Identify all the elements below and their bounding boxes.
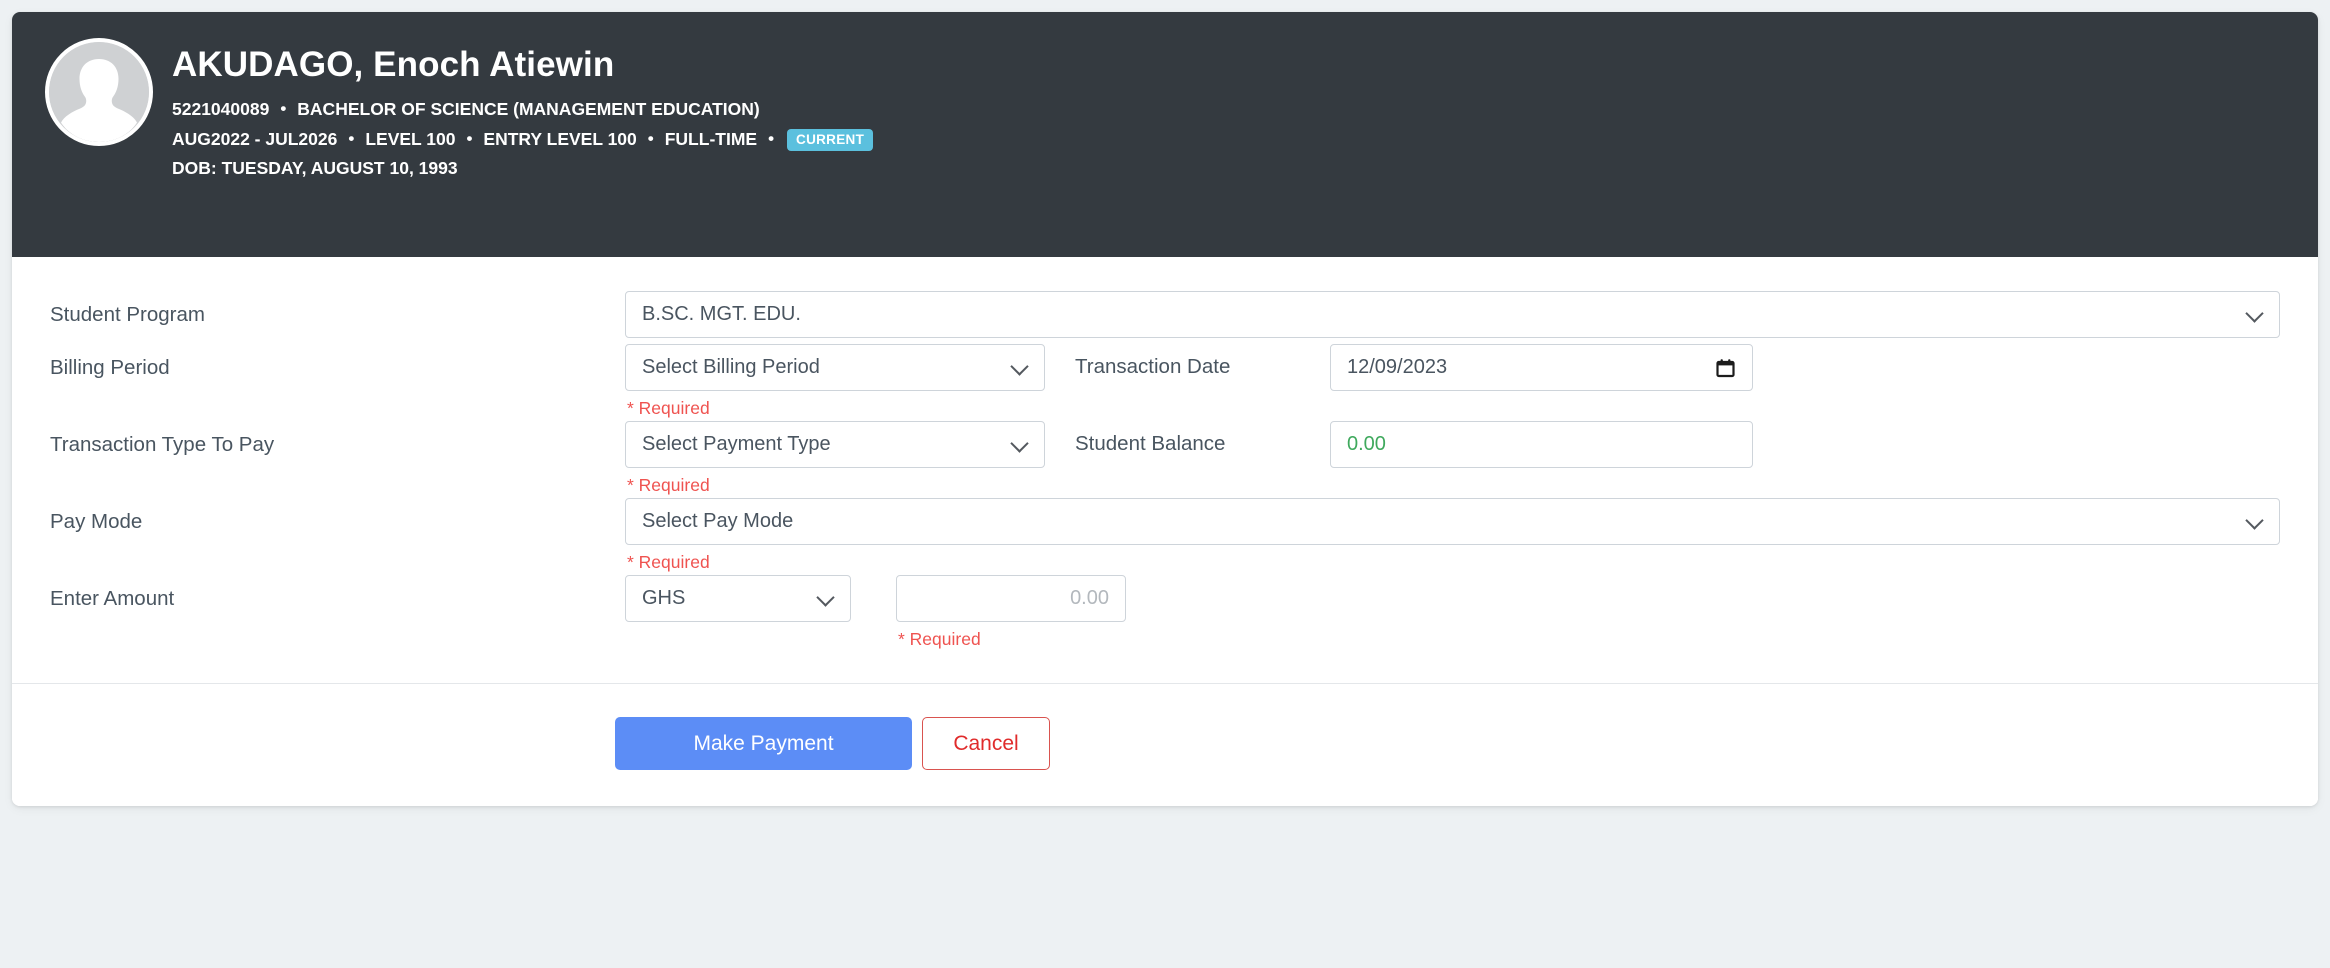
label-student-balance: Student Balance [1075, 432, 1226, 455]
field-student-program: B.SC. MGT. EDU. [625, 291, 2280, 338]
separator-dot-icon: • [280, 99, 287, 119]
student-balance-input: 0.00 [1330, 421, 1753, 468]
study-mode: FULL-TIME [664, 129, 758, 150]
label-pay-mode: Pay Mode [50, 510, 143, 533]
group-transaction-date: Transaction Date 12/09/2023 [1075, 344, 1753, 391]
separator-dot-icon: • [768, 129, 775, 149]
make-payment-button[interactable]: Make Payment [615, 717, 912, 770]
status-badge: CURRENT [787, 128, 874, 152]
student-meta-line-1: 5221040089 • BACHELOR OF SCIENCE (MANAGE… [172, 96, 873, 123]
payment-form: Student Program B.SC. MGT. EDU. Billing … [12, 257, 2318, 806]
student-program-select[interactable]: B.SC. MGT. EDU. [625, 291, 2280, 338]
field-pay-mode: Select Pay Mode * Required [625, 498, 2280, 573]
student-info: AKUDAGO, Enoch Atiewin 5221040089 • BACH… [172, 28, 874, 179]
group-student-balance: Student Balance 0.00 [1075, 421, 1753, 468]
student-level: LEVEL 100 [365, 129, 456, 150]
pay-mode-error: * Required [627, 552, 710, 572]
amount-error: * Required [898, 629, 981, 649]
billing-period-value: Select Billing Period [642, 356, 820, 378]
billing-period-error: * Required [627, 398, 710, 418]
field-currency: GHS [625, 575, 851, 622]
separator-dot-icon: • [466, 129, 473, 149]
label-enter-amount: Enter Amount [50, 587, 175, 610]
currency-select[interactable]: GHS [625, 575, 851, 622]
student-program-full: BACHELOR OF SCIENCE (MANAGEMENT EDUCATIO… [297, 99, 760, 120]
study-period: AUG2022 - JUL2026 [172, 129, 338, 150]
cancel-button[interactable]: Cancel [922, 717, 1050, 770]
student-id: 5221040089 [172, 99, 270, 120]
avatar-container [12, 28, 172, 146]
student-profile-header: AKUDAGO, Enoch Atiewin 5221040089 • BACH… [12, 12, 2318, 257]
amount-input[interactable]: 0.00 [896, 575, 1126, 622]
separator-dot-icon: • [647, 129, 654, 149]
transaction-type-error: * Required [627, 475, 710, 495]
currency-value: GHS [642, 587, 686, 609]
pay-mode-select[interactable]: Select Pay Mode [625, 498, 2280, 545]
student-entry-level: ENTRY LEVEL 100 [483, 129, 637, 150]
row-billing-period: Billing Period Select Billing Period * R… [12, 344, 2318, 419]
label-transaction-type: Transaction Type To Pay [50, 433, 275, 456]
transaction-type-select[interactable]: Select Payment Type [625, 421, 1045, 468]
label-billing-period: Billing Period [50, 356, 170, 379]
student-name: AKUDAGO, Enoch Atiewin [172, 45, 615, 84]
field-amount: 0.00 * Required [896, 575, 1126, 650]
transaction-type-value: Select Payment Type [642, 433, 831, 455]
pay-mode-value: Select Pay Mode [642, 510, 794, 532]
default-user-avatar-icon [45, 38, 153, 146]
row-enter-amount: Enter Amount GHS 0.00 * Required [12, 575, 2318, 650]
transaction-date-input[interactable]: 12/09/2023 [1330, 344, 1753, 391]
separator-dot-icon: • [348, 129, 355, 149]
payment-page: AKUDAGO, Enoch Atiewin 5221040089 • BACH… [0, 0, 2330, 968]
calendar-icon[interactable] [1716, 358, 1735, 377]
row-student-program: Student Program B.SC. MGT. EDU. [12, 291, 2318, 338]
field-billing-period: Select Billing Period * Required [625, 344, 1045, 419]
field-student-balance: 0.00 [1330, 421, 1753, 468]
label-student-program: Student Program [50, 303, 205, 326]
amount-placeholder: 0.00 [1070, 587, 1109, 609]
field-enter-amount: GHS 0.00 * Required [625, 575, 1126, 650]
row-transaction-type: Transaction Type To Pay Select Payment T… [12, 421, 2318, 496]
field-transaction-type: Select Payment Type * Required [625, 421, 1045, 496]
field-transaction-date: 12/09/2023 [1330, 344, 1753, 391]
student-dob: DOB: TUESDAY, AUGUST 10, 1993 [172, 157, 458, 178]
label-transaction-date: Transaction Date [1075, 355, 1231, 378]
transaction-date-value: 12/09/2023 [1347, 356, 1448, 378]
student-program-value: B.SC. MGT. EDU. [642, 303, 801, 325]
billing-period-select[interactable]: Select Billing Period [625, 344, 1045, 391]
row-pay-mode: Pay Mode Select Pay Mode * Required [12, 498, 2318, 573]
student-meta-line-2: AUG2022 - JUL2026 • LEVEL 100 • ENTRY LE… [172, 126, 874, 153]
payment-card: AKUDAGO, Enoch Atiewin 5221040089 • BACH… [12, 12, 2318, 806]
student-balance-value: 0.00 [1347, 433, 1386, 455]
form-actions: Make Payment Cancel [12, 684, 2318, 806]
